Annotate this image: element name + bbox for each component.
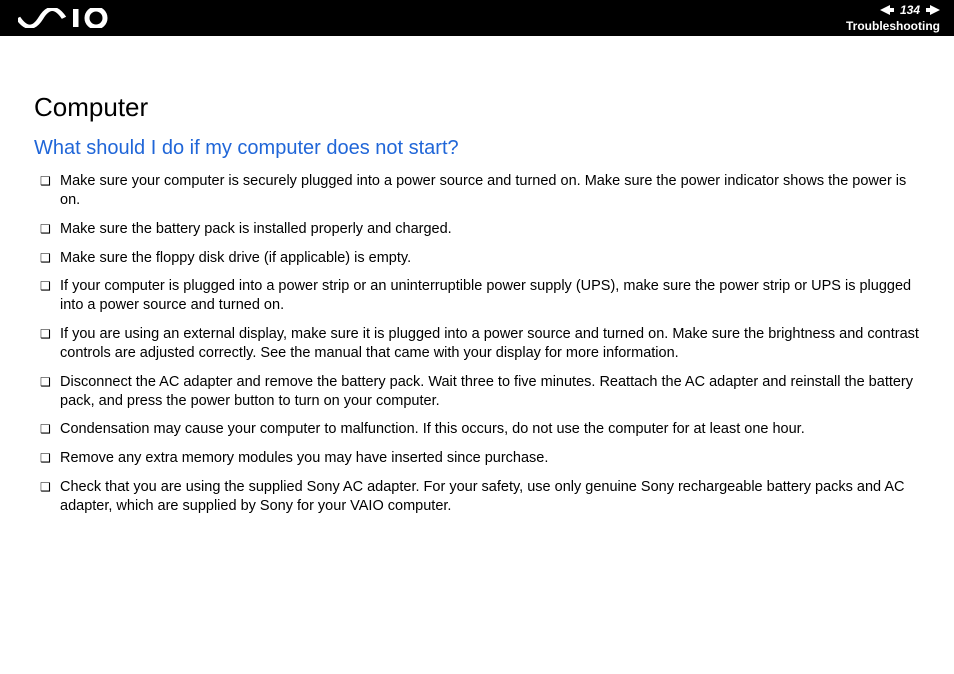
page-number: 134 <box>900 3 920 17</box>
list-item: ❑Check that you are using the supplied S… <box>38 478 920 516</box>
list-item: ❑Disconnect the AC adapter and remove th… <box>38 373 920 411</box>
list-item-text: If you are using an external display, ma… <box>60 325 920 363</box>
bullet-icon: ❑ <box>38 277 60 295</box>
header-bar: 134 Troubleshooting <box>0 0 954 36</box>
bullet-icon: ❑ <box>38 220 60 238</box>
header-right: 134 Troubleshooting <box>846 3 940 33</box>
prev-page-arrow-icon[interactable] <box>880 5 894 15</box>
list-item: ❑If you are using an external display, m… <box>38 325 920 363</box>
vaio-logo-icon <box>18 8 114 28</box>
bullet-icon: ❑ <box>38 325 60 343</box>
list-item: ❑Make sure the floppy disk drive (if app… <box>38 249 920 268</box>
content-area: Computer What should I do if my computer… <box>0 36 954 516</box>
bullet-icon: ❑ <box>38 373 60 391</box>
list-item-text: Check that you are using the supplied So… <box>60 478 920 516</box>
vaio-logo <box>18 8 114 28</box>
list-item: ❑Make sure your computer is securely plu… <box>38 172 920 210</box>
list-item: ❑Remove any extra memory modules you may… <box>38 449 920 468</box>
section-label: Troubleshooting <box>846 19 940 33</box>
document-page: 134 Troubleshooting Computer What should… <box>0 0 954 674</box>
bullet-icon: ❑ <box>38 449 60 467</box>
list-item-text: Remove any extra memory modules you may … <box>60 449 920 468</box>
topic-question: What should I do if my computer does not… <box>34 137 920 160</box>
list-item-text: Make sure your computer is securely plug… <box>60 172 920 210</box>
troubleshoot-list: ❑Make sure your computer is securely plu… <box>34 172 920 516</box>
bullet-icon: ❑ <box>38 172 60 190</box>
list-item-text: Make sure the battery pack is installed … <box>60 220 920 239</box>
list-item: ❑Make sure the battery pack is installed… <box>38 220 920 239</box>
bullet-icon: ❑ <box>38 249 60 267</box>
list-item-text: Condensation may cause your computer to … <box>60 420 920 439</box>
bullet-icon: ❑ <box>38 478 60 496</box>
list-item: ❑Condensation may cause your computer to… <box>38 420 920 439</box>
page-nav: 134 <box>846 3 940 17</box>
next-page-arrow-icon[interactable] <box>926 5 940 15</box>
bullet-icon: ❑ <box>38 420 60 438</box>
list-item-text: Disconnect the AC adapter and remove the… <box>60 373 920 411</box>
list-item: ❑If your computer is plugged into a powe… <box>38 277 920 315</box>
page-title: Computer <box>34 92 920 123</box>
list-item-text: Make sure the floppy disk drive (if appl… <box>60 249 920 268</box>
list-item-text: If your computer is plugged into a power… <box>60 277 920 315</box>
